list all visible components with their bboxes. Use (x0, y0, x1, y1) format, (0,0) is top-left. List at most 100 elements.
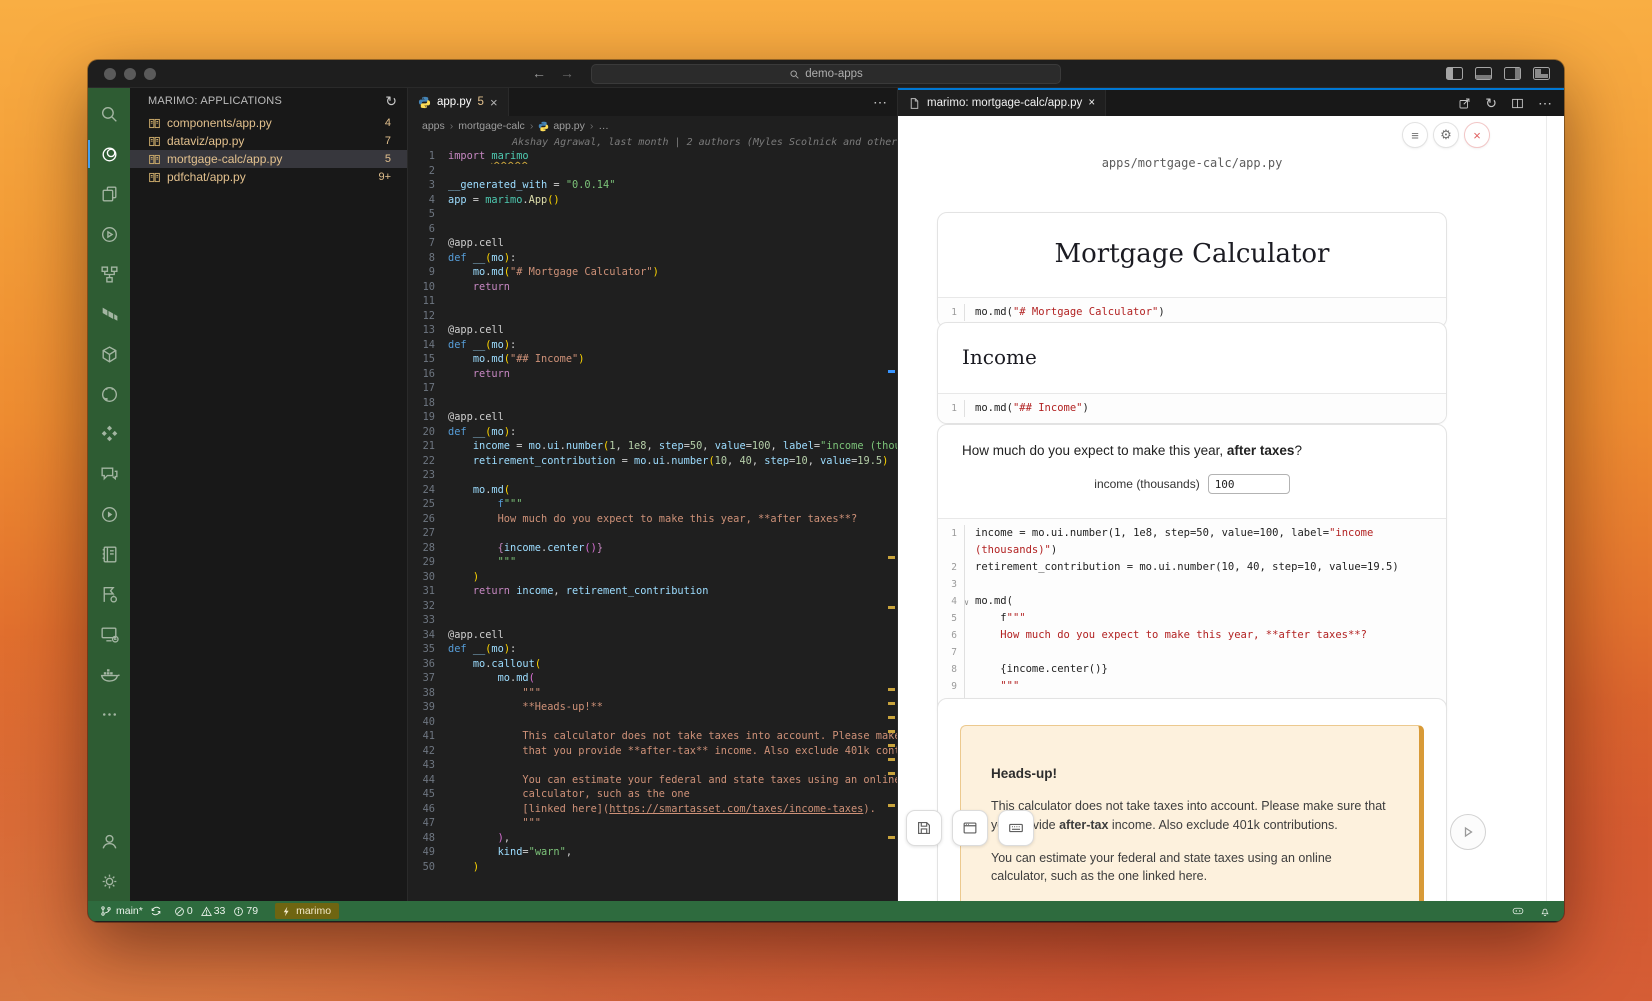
more-icon[interactable] (88, 694, 130, 734)
marimo-webview: ≡ ⚙ × apps/mortgage-calc/app.py Mortgage… (898, 116, 1564, 901)
window-controls[interactable] (104, 68, 156, 80)
bell-icon[interactable] (1538, 904, 1552, 918)
income-input-label: income (thousands) (1094, 477, 1199, 491)
search-icon[interactable] (88, 94, 130, 134)
notebook-file-icon (148, 153, 161, 166)
files-copy-icon[interactable] (88, 174, 130, 214)
branch-name: main* (116, 905, 143, 917)
remote-screen-icon[interactable] (88, 614, 130, 654)
settings-button[interactable]: ⚙ (1433, 122, 1459, 148)
sidebar-item-mortgage-calc[interactable]: mortgage-calc/app.py5 (130, 150, 407, 168)
toggle-panel-icon[interactable] (1475, 67, 1492, 80)
code-line: 29 """ (408, 555, 897, 570)
tab-app-py[interactable]: app.py 5 × (408, 88, 509, 116)
back-arrow-icon[interactable]: ← (532, 65, 546, 81)
cell-code[interactable]: 1income = mo.ui.number(1, 1e8, step=50, … (938, 518, 1446, 718)
close-icon: × (1473, 128, 1481, 143)
zoom-window-icon[interactable] (144, 68, 156, 80)
code-editor[interactable]: Akshay Agrawal, last month | 2 authors (… (408, 136, 897, 901)
close-window-icon[interactable] (104, 68, 116, 80)
code-line: 25 f""" (408, 497, 897, 512)
close-tab-icon[interactable]: × (1088, 97, 1095, 109)
minimize-window-icon[interactable] (124, 68, 136, 80)
scrollbar[interactable] (1546, 116, 1547, 901)
problems-status[interactable]: 0 33 79 (174, 905, 263, 917)
code-line: 1income = mo.ui.number(1, 1e8, step=50, … (938, 525, 1436, 559)
comments-icon[interactable] (88, 454, 130, 494)
marimo-icon[interactable] (88, 134, 130, 174)
code-line: 31 return income, retirement_contributio… (408, 584, 897, 599)
code-line: 11 (408, 294, 897, 309)
open-external-icon[interactable] (1457, 96, 1472, 111)
debug-flag-icon[interactable] (88, 574, 130, 614)
file-name: components/app.py (167, 116, 385, 130)
test-play-icon[interactable] (88, 494, 130, 534)
code-line: 15 mo.md("## Income") (408, 352, 897, 367)
copilot-icon[interactable] (1511, 904, 1525, 918)
ruler-mark (888, 370, 895, 373)
warning-count: 33 (214, 905, 226, 917)
terraform-icon[interactable] (88, 294, 130, 334)
breadcrumb-item[interactable]: mortgage-calc (458, 120, 525, 132)
section-heading: Income (962, 341, 1422, 375)
run-cell-button[interactable] (1450, 814, 1486, 850)
code-line: 17 (408, 381, 897, 396)
customize-layout-icon[interactable] (1533, 67, 1550, 80)
command-center-search[interactable]: demo-apps (591, 64, 1061, 84)
code-line: 13@app.cell (408, 323, 897, 338)
ruler-mark (888, 702, 895, 705)
code-line: 46 [linked here](https://smartasset.com/… (408, 802, 897, 817)
run-profile-icon[interactable] (88, 214, 130, 254)
hamburger-icon: ≡ (1411, 128, 1419, 143)
account-icon[interactable] (88, 821, 130, 861)
play-icon (1461, 825, 1475, 839)
breadcrumb-item[interactable]: … (598, 120, 609, 132)
tab-marimo-preview[interactable]: marimo: mortgage-calc/app.py × (898, 90, 1106, 116)
code-line: 34@app.cell (408, 628, 897, 643)
docker-icon[interactable] (88, 654, 130, 694)
diamonds-icon[interactable] (88, 414, 130, 454)
code-line: 38 """ (408, 686, 897, 701)
python-icon (418, 96, 431, 109)
package-icon[interactable] (88, 334, 130, 374)
forward-arrow-icon[interactable]: → (560, 65, 574, 81)
app-file-path: apps/mortgage-calc/app.py (937, 156, 1447, 170)
symbols-icon[interactable] (88, 254, 130, 294)
save-button[interactable] (906, 810, 942, 846)
sidebar-item-components[interactable]: components/app.py4 (130, 114, 407, 132)
code-line: 3 (938, 576, 1436, 593)
overview-ruler[interactable] (885, 136, 897, 901)
code-line: 33 (408, 613, 897, 628)
settings-gear-icon[interactable] (88, 861, 130, 901)
toggle-sidebar-icon[interactable] (1446, 67, 1463, 80)
close-preview-button[interactable]: × (1464, 122, 1490, 148)
refresh-icon[interactable]: ↻ (385, 93, 397, 110)
sidebar-item-dataviz[interactable]: dataviz/app.py7 (130, 132, 407, 150)
editor-more-actions-icon[interactable]: ⋯ (863, 94, 897, 111)
cell-code[interactable]: 1mo.md("## Income") (938, 393, 1446, 423)
code-line: 4∨mo.md( (938, 593, 1436, 610)
marimo-status-item[interactable]: marimo (275, 903, 339, 919)
error-icon (174, 906, 185, 917)
git-branch-status[interactable]: main* (100, 905, 162, 917)
file-name: pdfchat/app.py (167, 170, 378, 184)
ruler-mark (888, 836, 895, 839)
breadcrumb-item[interactable]: app.py (538, 120, 585, 132)
notebook-icon[interactable] (88, 534, 130, 574)
sidebar-item-pdfchat[interactable]: pdfchat/app.py9+ (130, 168, 407, 186)
code-line: 39 **Heads-up!** (408, 700, 897, 715)
github-icon[interactable] (88, 374, 130, 414)
income-number-input[interactable] (1208, 474, 1290, 494)
more-actions-icon[interactable]: ⋯ (1538, 95, 1552, 112)
split-editor-icon[interactable] (1510, 96, 1525, 111)
breadcrumb-item[interactable]: apps (422, 120, 445, 132)
close-tab-icon[interactable]: × (490, 95, 498, 110)
breadcrumb: apps›mortgage-calc›app.py›… (408, 116, 897, 136)
keyboard-shortcuts-button[interactable] (998, 810, 1034, 846)
open-in-browser-button[interactable] (952, 810, 988, 846)
code-line: 12 (408, 309, 897, 324)
menu-button[interactable]: ≡ (1402, 122, 1428, 148)
reload-icon[interactable]: ↻ (1485, 95, 1497, 112)
toggle-secondary-sidebar-icon[interactable] (1504, 67, 1521, 80)
code-line: 30 ) (408, 570, 897, 585)
